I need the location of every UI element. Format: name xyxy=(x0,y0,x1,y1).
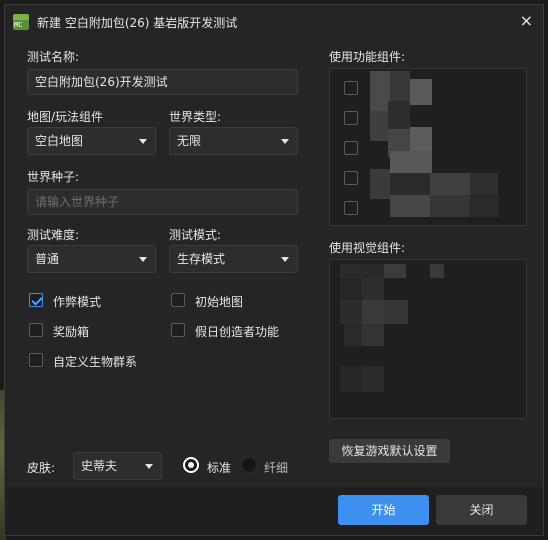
skin-value: 史蒂夫 xyxy=(81,459,118,473)
redacted-block xyxy=(388,101,410,129)
map-select-value: 空白地图 xyxy=(35,134,84,148)
redacted-block xyxy=(344,324,362,346)
function-components-label: 使用功能组件: xyxy=(329,50,406,64)
cheat-mode-label: 作弊模式 xyxy=(53,295,102,309)
skin-standard-radio[interactable] xyxy=(183,457,199,473)
redacted-block xyxy=(384,300,408,324)
starting-map-label: 初始地图 xyxy=(195,295,244,309)
window-title: 新建 空白附加包(26) 基岩版开发测试 xyxy=(37,16,238,30)
map-select[interactable]: 空白地图 xyxy=(27,127,156,155)
seed-label: 世界种子: xyxy=(27,170,80,184)
skin-select[interactable]: 史蒂夫 xyxy=(73,452,162,480)
redacted-block xyxy=(430,195,470,217)
holiday-creator-checkbox[interactable] xyxy=(171,323,185,337)
redacted-block xyxy=(430,173,470,195)
skin-label: 皮肤: xyxy=(27,461,56,475)
close-icon[interactable]: × xyxy=(520,11,533,30)
component-checkbox[interactable] xyxy=(344,171,358,185)
skin-standard-label: 标准 xyxy=(207,461,232,475)
redacted-block xyxy=(470,195,498,217)
holiday-creator-label: 假日创造者功能 xyxy=(195,325,280,339)
redacted-block xyxy=(370,169,390,199)
component-checkbox[interactable] xyxy=(344,81,358,95)
starting-map-checkbox[interactable] xyxy=(171,293,185,307)
redacted-block xyxy=(340,278,362,300)
redacted-block xyxy=(410,127,432,151)
redacted-block xyxy=(410,79,432,105)
visual-components-list[interactable] xyxy=(329,259,527,419)
redacted-block xyxy=(370,71,390,111)
world-type-label: 世界类型: xyxy=(169,110,222,124)
custom-biome-checkbox[interactable] xyxy=(29,353,43,367)
mode-label: 测试模式: xyxy=(169,228,222,242)
reset-defaults-button[interactable]: 恢复游戏默认设置 xyxy=(329,439,450,463)
difficulty-select[interactable]: 普通 xyxy=(27,245,156,273)
app-icon: MC xyxy=(13,14,29,30)
test-name-input[interactable]: 空白附加包(26)开发测试 xyxy=(27,69,298,95)
chevron-down-icon xyxy=(281,257,289,262)
skin-slim-radio[interactable] xyxy=(241,457,257,473)
component-checkbox[interactable] xyxy=(344,111,358,125)
redacted-block xyxy=(470,173,498,195)
bonus-chest-label: 奖励箱 xyxy=(53,325,90,339)
redacted-block xyxy=(340,300,362,324)
redacted-block xyxy=(362,278,384,300)
mode-select[interactable]: 生存模式 xyxy=(169,245,298,273)
dialog-footer: 开始 关闭 xyxy=(5,487,543,535)
component-checkbox[interactable] xyxy=(344,201,358,215)
redacted-block xyxy=(430,264,444,278)
function-components-list[interactable] xyxy=(329,68,527,226)
chevron-down-icon xyxy=(139,139,147,144)
redacted-block xyxy=(362,300,384,324)
redacted-block xyxy=(390,173,430,195)
chevron-down-icon xyxy=(139,257,147,262)
difficulty-label: 测试难度: xyxy=(27,228,80,242)
redacted-block xyxy=(390,195,430,217)
redacted-block xyxy=(340,366,362,392)
custom-biome-label: 自定义生物群系 xyxy=(53,355,138,369)
redacted-block xyxy=(370,111,388,141)
visual-components-label: 使用视觉组件: xyxy=(329,241,406,255)
redacted-block xyxy=(340,264,362,278)
redacted-block xyxy=(362,324,384,346)
new-test-dialog: MC 新建 空白附加包(26) 基岩版开发测试 × 测试名称: 空白附加包(26… xyxy=(4,4,544,536)
skin-slim-label: 纤细 xyxy=(264,461,289,475)
seed-input[interactable]: 请输入世界种子 xyxy=(27,189,298,215)
mode-value: 生存模式 xyxy=(177,252,226,266)
redacted-block xyxy=(362,264,384,278)
redacted-block xyxy=(384,264,406,278)
close-button[interactable]: 关闭 xyxy=(436,495,527,525)
map-label: 地图/玩法组件 xyxy=(27,110,104,124)
start-button[interactable]: 开始 xyxy=(338,495,429,525)
redacted-block xyxy=(362,366,384,392)
title-bar: MC 新建 空白附加包(26) 基岩版开发测试 × xyxy=(5,5,543,37)
test-name-label: 测试名称: xyxy=(27,50,80,64)
redacted-block xyxy=(390,151,432,173)
chevron-down-icon xyxy=(145,464,153,469)
component-checkbox[interactable] xyxy=(344,141,358,155)
world-type-select[interactable]: 无限 xyxy=(169,127,298,155)
world-type-value: 无限 xyxy=(177,134,202,148)
difficulty-value: 普通 xyxy=(35,252,60,266)
chevron-down-icon xyxy=(281,139,289,144)
bonus-chest-checkbox[interactable] xyxy=(29,323,43,337)
cheat-mode-checkbox[interactable] xyxy=(29,293,43,307)
